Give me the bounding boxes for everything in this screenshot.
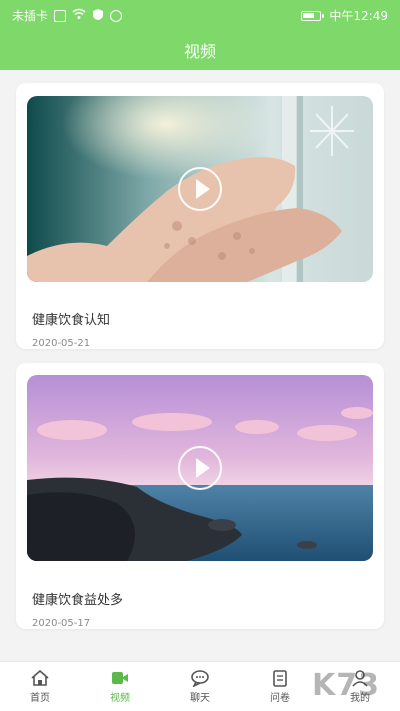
tab-bar: 首页 视频 聊天 问卷 我的 [0, 661, 400, 711]
video-date: 2020-05-17 [32, 618, 91, 629]
video-title[interactable]: 健康饮食认知 [32, 309, 110, 328]
video-title[interactable]: 健康饮食益处多 [32, 589, 123, 608]
tab-label: 首页 [30, 693, 50, 704]
tab-label: 聊天 [190, 693, 210, 704]
video-icon [112, 672, 128, 684]
profile-icon [352, 670, 368, 687]
tab-survey[interactable]: 问卷 [240, 662, 320, 711]
sim-icon [54, 9, 67, 22]
tab-home[interactable]: 首页 [0, 662, 80, 711]
page-title: 视频 [183, 44, 216, 61]
hands-with-snowflake-shadow-image[interactable] [27, 96, 373, 282]
home-icon [31, 669, 49, 686]
video-list[interactable]: 健康饮食认知 2020-05-21 健康饮食益处多 2020-05-17 [0, 70, 400, 661]
top-bar: 未插卡 中午12:49 视频 [0, 0, 400, 70]
battery-icon [301, 10, 325, 21]
carrier-label: 未插卡 [12, 9, 49, 23]
app-icon [110, 9, 123, 22]
video-date: 2020-05-21 [32, 338, 91, 349]
survey-icon [273, 670, 287, 687]
status-right: 中午12:49 [301, 7, 388, 24]
tab-profile[interactable]: 我的 [320, 662, 400, 711]
shield-icon [92, 8, 104, 24]
tab-chat[interactable]: 聊天 [160, 662, 240, 711]
sea-with-pink-clouds-image[interactable] [27, 375, 373, 561]
play-icon[interactable] [178, 446, 222, 490]
tab-video[interactable]: 视频 [80, 662, 160, 711]
status-left: 未插卡 [12, 7, 123, 24]
video-card[interactable]: 健康饮食认知 2020-05-21 [16, 83, 384, 349]
video-card[interactable]: 健康饮食益处多 2020-05-17 [16, 363, 384, 629]
play-icon[interactable] [178, 167, 222, 211]
tab-label: 问卷 [270, 693, 290, 704]
wifi-icon [72, 8, 86, 23]
tab-label: 我的 [350, 693, 370, 704]
tab-label: 视频 [110, 693, 130, 704]
clock: 中午12:49 [329, 9, 388, 23]
chat-icon [191, 670, 209, 687]
status-bar: 未插卡 中午12:49 [0, 0, 400, 28]
